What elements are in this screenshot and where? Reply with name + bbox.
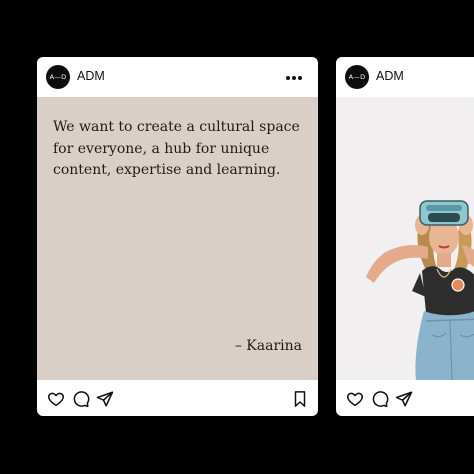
- heart-icon[interactable]: [47, 390, 65, 408]
- quote-text: We want to create a cultural space for e…: [53, 119, 300, 178]
- post-header: A—D ADM: [336, 57, 474, 97]
- username[interactable]: ADM: [376, 69, 404, 83]
- heart-icon[interactable]: [346, 390, 364, 408]
- post-card-1: A—D ADM We want to create a cultural spa…: [37, 57, 318, 416]
- bookmark-icon[interactable]: [291, 390, 309, 408]
- comment-icon[interactable]: [371, 390, 389, 408]
- send-icon[interactable]: [395, 390, 413, 408]
- avatar[interactable]: A—D: [345, 65, 369, 89]
- post-illustration: [336, 97, 474, 381]
- avatar[interactable]: A—D: [46, 65, 70, 89]
- post-card-2: A—D ADM: [336, 57, 474, 416]
- username[interactable]: ADM: [77, 69, 105, 83]
- woman-vr-headset-illustration: [366, 200, 474, 381]
- post-header: A—D ADM: [37, 57, 318, 97]
- post-actions: [37, 380, 318, 416]
- quote-author: – Kaarina: [234, 338, 302, 354]
- more-options-icon[interactable]: [285, 75, 303, 81]
- send-icon[interactable]: [96, 390, 114, 408]
- comment-icon[interactable]: [72, 390, 90, 408]
- post-quote-image: We want to create a cultural space for e…: [37, 97, 318, 380]
- post-actions: [336, 380, 474, 416]
